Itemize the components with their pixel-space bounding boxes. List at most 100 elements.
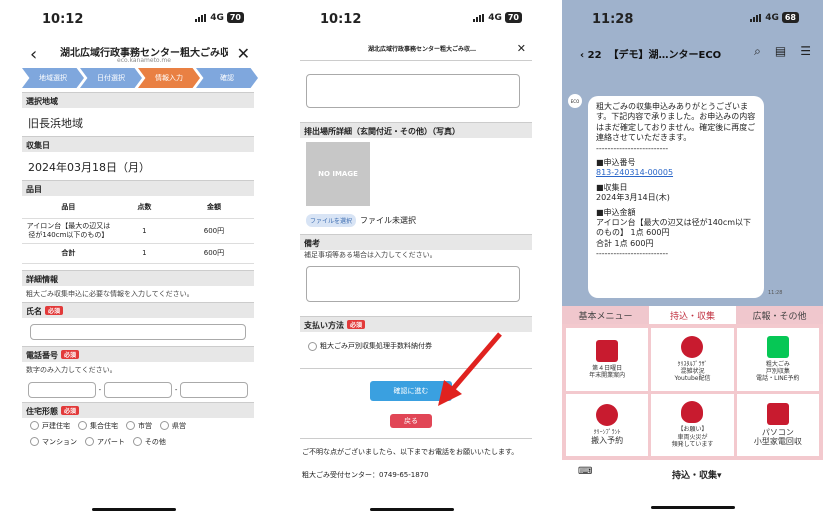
- menu-fire[interactable]: 【お願い】 車両火災が 頻発しています: [651, 393, 734, 456]
- row-count: 1: [114, 218, 174, 244]
- home-indicator: [650, 506, 735, 509]
- chat-bottom-bar: ⌨ 持込・収集▾: [562, 460, 823, 517]
- housing-label: 住宅形態: [26, 406, 58, 416]
- calendar-icon: [596, 339, 619, 362]
- menu-icon[interactable]: ☰: [800, 44, 811, 59]
- rich-menu-tabs: 基本メニュー 持込・収集 広報・その他: [562, 306, 823, 324]
- required-badge: 必須: [61, 405, 80, 415]
- phone-hint: 数字のみ入力してください。: [26, 365, 117, 374]
- menu-pc[interactable]: パソコン 小型家電回収: [736, 393, 819, 456]
- menu-line-reserve[interactable]: 粗大ごみ 戸別収集 電話・LINE予約: [736, 328, 819, 391]
- footer-phone: 粗大ごみ受付センター：0749-65-1870: [302, 471, 429, 479]
- radio-mansion[interactable]: マンション: [30, 437, 77, 447]
- notes-textarea[interactable]: [306, 266, 520, 302]
- radio-city[interactable]: 市営: [126, 421, 152, 431]
- close-icon[interactable]: ✕: [237, 44, 250, 63]
- operator-icon: [596, 403, 619, 426]
- radio-prefecture[interactable]: 県営: [160, 421, 186, 431]
- textarea-prev[interactable]: [306, 74, 520, 108]
- location-heading: 排出場所詳細（玄関付近・その他）（写真）: [300, 122, 532, 138]
- avatar: ECO: [568, 94, 582, 108]
- collect-label: ■収集日: [596, 182, 628, 192]
- chat-title: ‹ 22 【デモ】湖…ンターECO: [580, 50, 722, 61]
- file-select-button[interactable]: ファイルを選択: [306, 214, 357, 227]
- no-image-placeholder: NO IMAGE: [306, 142, 370, 206]
- name-input[interactable]: [30, 323, 246, 340]
- status-bar: 10:12 4G 70: [0, 0, 268, 36]
- radio-apartment[interactable]: 集合住宅: [78, 421, 118, 431]
- footer-text: ご不明な点がございましたら、以下までお電話をお願いいたします。: [302, 448, 519, 456]
- chat-header: ‹ 22 【デモ】湖…ンターECO ⌕ ▤ ☰: [562, 0, 823, 68]
- amount-value: アイロン台【最大の辺又は径が140cm以下のもの】 1点 600円: [596, 217, 752, 238]
- row-price: 600円: [173, 218, 254, 244]
- menu-calendar[interactable]: 第４日曜日 年末開業案内: [566, 328, 649, 391]
- network-label: 4G: [488, 12, 502, 23]
- msg-divider: -------------------------: [596, 143, 669, 153]
- total-label: 合計: [22, 243, 115, 264]
- col-count: 点数: [114, 196, 174, 219]
- menu-plant[interactable]: ｸﾘｰﾝﾌﾟﾗﾝﾄ 搬入予約: [566, 393, 649, 456]
- name-heading: 氏名 必須: [22, 301, 254, 318]
- collect-value: 2024年3月14日(木): [596, 193, 670, 203]
- computer-icon: [766, 402, 789, 425]
- fire-icon: [681, 401, 704, 424]
- menu-toggle[interactable]: 持込・収集▾: [672, 468, 722, 481]
- col-price: 金額: [173, 196, 254, 219]
- page-domain: eco.kanameto.me: [117, 57, 171, 64]
- phone-input-3[interactable]: [180, 381, 248, 398]
- battery-icon: 70: [226, 12, 244, 23]
- tab-pr[interactable]: 広報・その他: [736, 306, 823, 324]
- row-item: アイロン台【最大の辺又は径が140cm以下のもの】: [22, 218, 115, 244]
- area-heading: 選択地域: [22, 92, 254, 108]
- date-heading: 収集日: [22, 136, 254, 152]
- back-icon[interactable]: ‹: [30, 44, 37, 65]
- required-badge: 必須: [61, 349, 80, 359]
- step-info: 情報入力: [138, 68, 200, 88]
- phone-input-1[interactable]: [28, 381, 96, 398]
- close-icon[interactable]: ✕: [517, 42, 526, 55]
- amount-label: ■申込金額: [596, 207, 636, 217]
- housing-heading: 住宅形態 必須: [22, 401, 254, 418]
- app-no-label: ■申込番号: [596, 157, 636, 167]
- signal-icon: [473, 13, 485, 22]
- home-indicator: [92, 508, 176, 511]
- msg-divider: -------------------------: [596, 249, 669, 259]
- list-icon[interactable]: ▤: [775, 44, 786, 59]
- table-total-row: 合計 1 600円: [22, 243, 254, 264]
- msg-time: 11:28: [768, 290, 783, 296]
- line-icon: [766, 335, 789, 358]
- radio-detached[interactable]: 戸建住宅: [30, 421, 70, 431]
- notes-hint: 補足事項等ある場合は入力してください。: [304, 251, 437, 259]
- msg-intro: 粗大ごみの収集申込みありがとうございます。下記内容で承りました。お申込みの内容は…: [596, 102, 756, 143]
- rich-menu-grid: 第４日曜日 年末開業案内 ｸﾘｽﾀﾙﾌﾟﾗｻﾞ 混雑状況 Youtube配信 粗大ごみ…: [562, 324, 823, 460]
- page-title: 湖北広域行政事務センター粗大ごみ収…: [367, 46, 476, 53]
- step-area: 地域選択: [22, 68, 84, 88]
- radio-other[interactable]: その他: [132, 437, 166, 447]
- detail-desc: 粗大ごみ収集申込に必要な情報を入力してください。: [26, 289, 194, 298]
- step-indicator: 地域選択 日付選択 情報入力 確認: [22, 68, 258, 88]
- search-icon[interactable]: ⌕: [754, 44, 761, 59]
- tab-basic[interactable]: 基本メニュー: [562, 306, 649, 324]
- date-value: 2024年03月18日（月）: [28, 161, 150, 174]
- signal-icon: [195, 13, 207, 22]
- col-item: 品目: [22, 196, 115, 219]
- radio-apart[interactable]: アパート: [85, 437, 125, 447]
- detail-heading: 詳細情報: [22, 269, 254, 286]
- payment-label: 支払い方法: [304, 321, 344, 330]
- required-badge: 必須: [45, 305, 64, 315]
- back-button[interactable]: 戻る: [390, 414, 432, 428]
- app-no-link[interactable]: 813-240314-00005: [596, 168, 756, 178]
- phone-heading: 電話番号 必須: [22, 345, 254, 362]
- line-chat-screen: 11:28 4G 68 ‹ 22 【デモ】湖…ンターECO ⌕ ▤ ☰ ECO …: [562, 0, 823, 517]
- items-heading: 品目: [22, 180, 254, 196]
- status-time: 10:12: [42, 12, 84, 27]
- payment-option-label: 粗大ごみ戸別収集処理手数料納付券: [320, 342, 432, 350]
- payment-option[interactable]: 粗大ごみ戸別収集処理手数料納付券: [300, 338, 440, 354]
- keyboard-icon[interactable]: ⌨: [578, 466, 592, 477]
- home-indicator: [370, 508, 454, 511]
- form-screen-payment: 10:12 4G 70 湖北広域行政事務センター粗大ごみ収… ✕ 排出場所詳細（…: [278, 0, 546, 517]
- menu-plaza[interactable]: ｸﾘｽﾀﾙﾌﾟﾗｻﾞ 混雑状況 Youtube配信: [651, 328, 734, 391]
- tab-collection[interactable]: 持込・収集: [649, 306, 736, 324]
- broadcast-icon: [681, 335, 704, 358]
- phone-input-2[interactable]: [104, 381, 172, 398]
